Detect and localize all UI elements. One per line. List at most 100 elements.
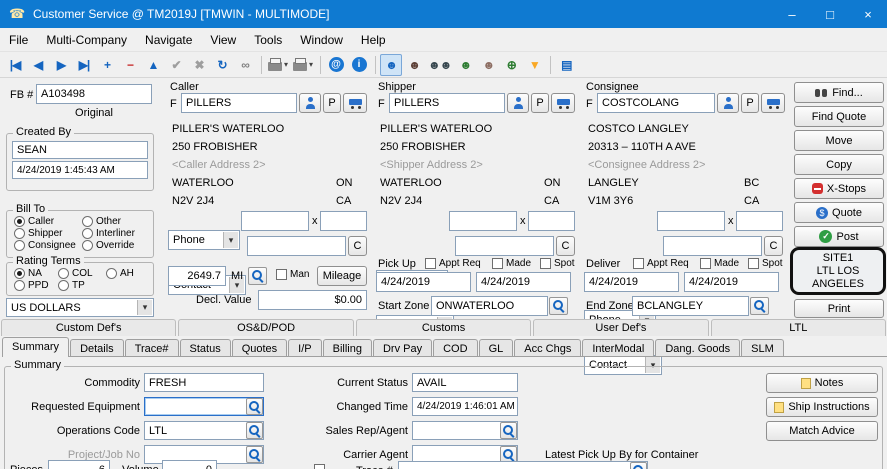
nav-last-icon[interactable]: ▶| <box>73 54 95 76</box>
rating-tp-radio[interactable] <box>58 280 69 291</box>
tab-user-defs[interactable]: User Def's <box>533 319 708 336</box>
end-zone-lookup-button[interactable] <box>750 297 769 315</box>
pickup-appt-checkbox[interactable] <box>425 258 436 269</box>
email-icon[interactable]: @ <box>325 54 347 76</box>
tab-trace[interactable]: Trace# <box>125 339 179 356</box>
find-button[interactable]: Find... <box>794 82 884 103</box>
nav-next-icon[interactable]: ▶ <box>50 54 72 76</box>
close-button[interactable]: × <box>849 0 887 28</box>
ship-instructions-button[interactable]: Ship Instructions <box>766 397 878 417</box>
post-button[interactable]: Post <box>794 226 884 247</box>
menu-multi-company[interactable]: Multi-Company <box>37 30 136 50</box>
caller-p-button[interactable]: P <box>323 93 341 113</box>
consignee-c-button[interactable]: C <box>764 236 783 256</box>
menu-tools[interactable]: Tools <box>245 30 291 50</box>
find-quote-button[interactable]: Find Quote <box>794 106 884 127</box>
copy-button[interactable]: Copy <box>794 154 884 175</box>
pickup-date1-field[interactable]: 4/24/2019 <box>376 272 471 292</box>
caller-truck-button[interactable] <box>343 93 367 113</box>
tab-ltl[interactable]: LTL <box>711 319 886 336</box>
shipper-phone-field[interactable] <box>449 211 517 231</box>
tab-details[interactable]: Details <box>70 339 124 356</box>
fb-number-field[interactable]: A103498 <box>36 84 152 104</box>
consignee-code-field[interactable]: COSTCOLANG <box>597 93 715 113</box>
billto-override-radio[interactable] <box>82 240 93 251</box>
shipper-c-button[interactable]: C <box>556 236 575 256</box>
start-zone-lookup-button[interactable] <box>549 297 568 315</box>
x-stops-button[interactable]: X-Stops <box>794 178 884 199</box>
shipper-contact-field[interactable] <box>455 236 554 256</box>
unlabeled-checkbox[interactable] <box>314 464 325 469</box>
decl-value-field[interactable]: $0.00 <box>258 290 367 310</box>
rating-col-radio[interactable] <box>58 268 69 279</box>
tab-ip[interactable]: I/P <box>288 339 321 356</box>
filter-icon[interactable]: ▼ <box>523 54 545 76</box>
deliver-appt-checkbox[interactable] <box>633 258 644 269</box>
info-icon[interactable]: i <box>348 54 370 76</box>
print-icon[interactable]: ▾ <box>266 54 290 76</box>
add-record-icon[interactable]: + <box>96 54 118 76</box>
requested-equipment-lookup-button[interactable] <box>246 398 263 415</box>
move-button[interactable]: Move <box>794 130 884 151</box>
menu-navigate[interactable]: Navigate <box>136 30 201 50</box>
people-icon[interactable]: ☻☻ <box>426 54 453 76</box>
pickup-made-checkbox[interactable] <box>492 258 503 269</box>
volume-field[interactable]: 0 <box>162 460 217 469</box>
mileage-button[interactable]: Mileage <box>317 266 367 286</box>
maximize-button[interactable]: □ <box>811 0 849 28</box>
man-checkbox[interactable] <box>276 269 287 280</box>
menu-help[interactable]: Help <box>352 30 395 50</box>
billto-interliner-radio[interactable] <box>82 228 93 239</box>
distance-lookup-button[interactable] <box>248 267 267 285</box>
sales-rep-lookup-button[interactable] <box>500 422 517 439</box>
billto-caller-radio[interactable] <box>14 216 25 227</box>
shipper-customer-button[interactable] <box>507 93 529 113</box>
quote-button[interactable]: Quote <box>794 202 884 223</box>
menu-view[interactable]: View <box>201 30 245 50</box>
delete-record-icon[interactable]: − <box>119 54 141 76</box>
caller-phone-field[interactable] <box>241 211 309 231</box>
consignee-p-button[interactable]: P <box>741 93 759 113</box>
pickup-spot-checkbox[interactable] <box>540 258 551 269</box>
pieces-field[interactable]: 6 <box>48 460 110 469</box>
billto-consignee-radio[interactable] <box>14 240 25 251</box>
currency-select[interactable]: US DOLLARS <box>6 298 154 317</box>
driver-icon[interactable]: ☻ <box>403 54 425 76</box>
edit-record-icon[interactable]: ▲ <box>142 54 164 76</box>
print-button[interactable]: Print <box>794 299 884 318</box>
customer-service-icon[interactable]: ☻ <box>380 54 402 76</box>
caller-contact-field[interactable] <box>247 236 346 256</box>
tab-acc-chgs[interactable]: Acc Chgs <box>514 339 581 356</box>
caller-code-field[interactable]: PILLERS <box>181 93 297 113</box>
minimize-button[interactable]: – <box>773 0 811 28</box>
shipper-p-button[interactable]: P <box>531 93 549 113</box>
caller-phone-select[interactable]: Phone <box>168 230 240 250</box>
match-advice-button[interactable]: Match Advice <box>766 421 878 441</box>
globe-icon[interactable]: ⊕ <box>500 54 522 76</box>
consignee-ext-field[interactable] <box>736 211 783 231</box>
document-icon[interactable]: ▤ <box>555 54 577 76</box>
tab-intermodal[interactable]: InterModal <box>582 339 654 356</box>
attach-icon[interactable]: ∞ <box>234 54 256 76</box>
shipper-truck-button[interactable] <box>551 93 575 113</box>
menu-file[interactable]: File <box>0 30 37 50</box>
end-zone-field[interactable]: BCLANGLEY <box>632 296 749 316</box>
caller-ext-field[interactable] <box>320 211 367 231</box>
tab-osd-pod[interactable]: OS&D/POD <box>178 319 353 336</box>
nav-first-icon[interactable]: |◀ <box>4 54 26 76</box>
rating-ah-radio[interactable] <box>106 268 117 279</box>
dropdown-arrow-icon[interactable]: ▾ <box>284 60 288 69</box>
tab-quotes[interactable]: Quotes <box>232 339 287 356</box>
dropdown-arrow-icon[interactable]: ▾ <box>309 60 313 69</box>
consignee-customer-button[interactable] <box>717 93 739 113</box>
tab-slm[interactable]: SLM <box>741 339 784 356</box>
cancel-icon[interactable]: ✖ <box>188 54 210 76</box>
rating-ppd-radio[interactable] <box>14 280 25 291</box>
commodity-field[interactable]: FRESH <box>144 373 264 392</box>
consignee-contact-field[interactable] <box>663 236 762 256</box>
shipper-code-field[interactable]: PILLERS <box>389 93 505 113</box>
person-money-icon[interactable]: ☻ <box>454 54 476 76</box>
tab-billing[interactable]: Billing <box>323 339 372 356</box>
person-go-icon[interactable]: ☻ <box>477 54 499 76</box>
menu-window[interactable]: Window <box>291 30 352 50</box>
